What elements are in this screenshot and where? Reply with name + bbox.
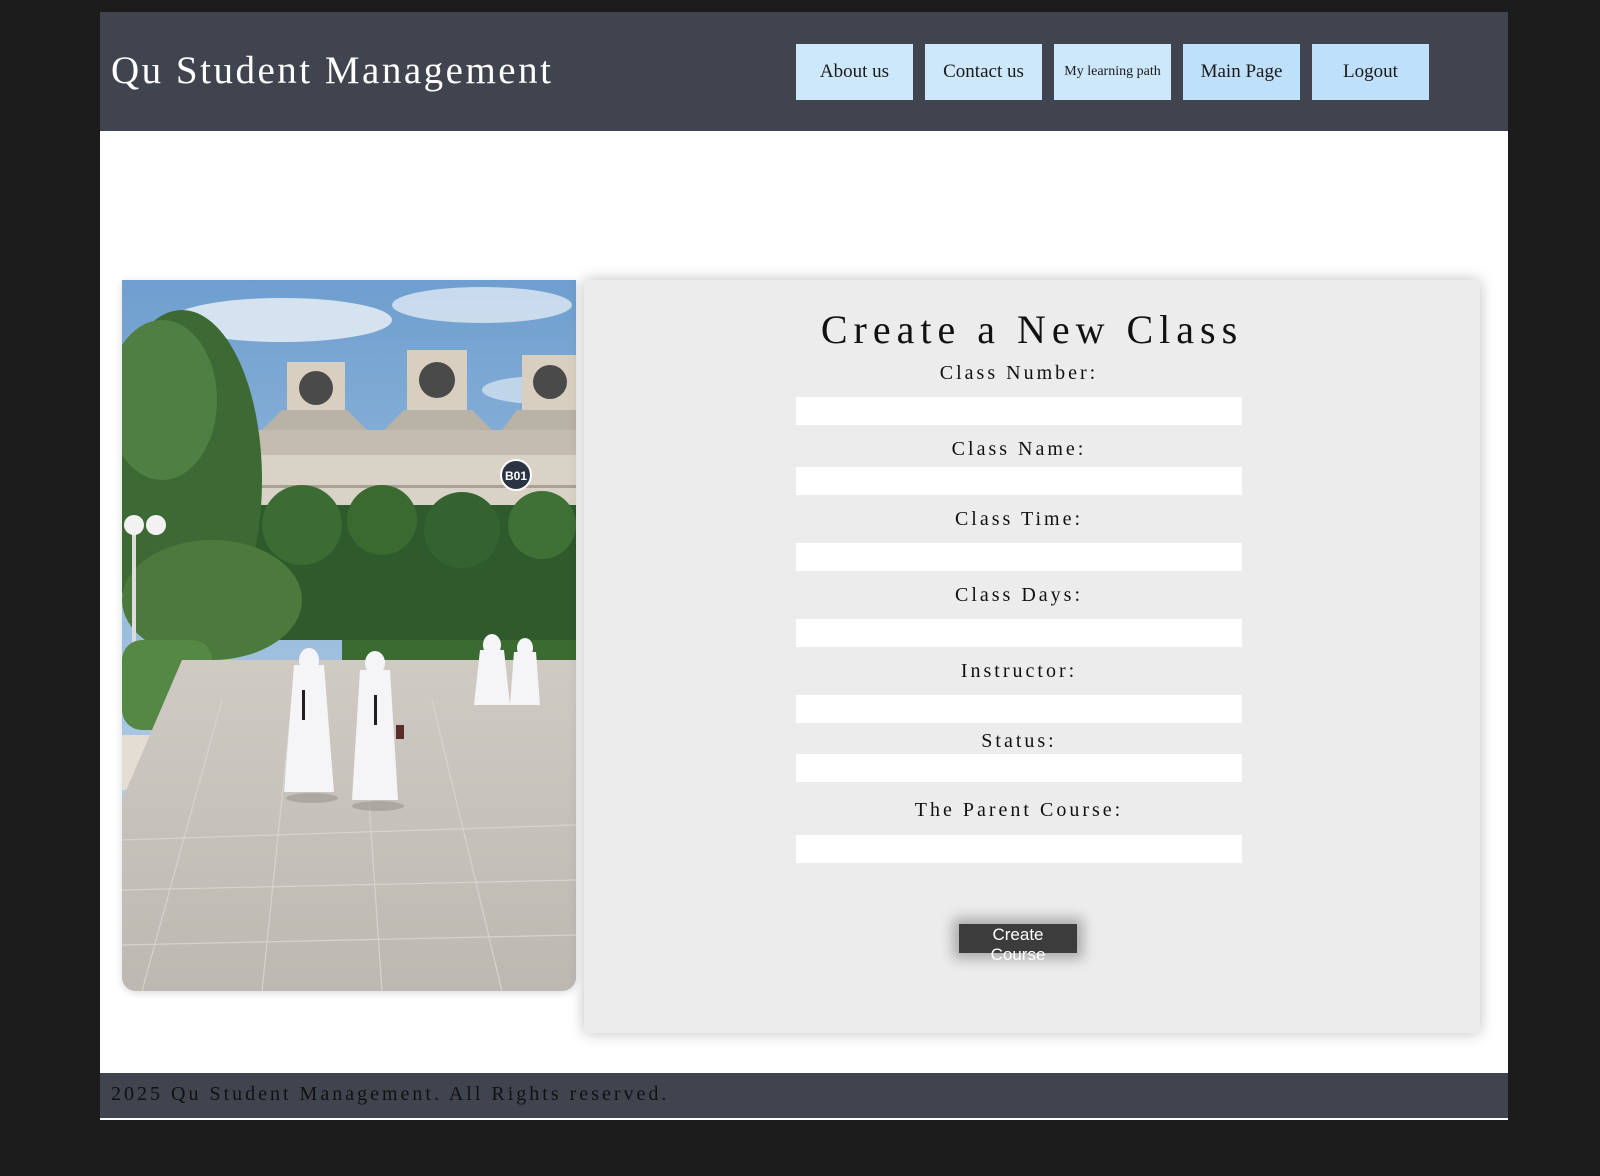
- parent-course-input[interactable]: [796, 835, 1242, 863]
- nav-contact-us-button[interactable]: Contact us: [925, 44, 1042, 100]
- instructor-input[interactable]: [796, 695, 1242, 723]
- class-name-label: Class Name:: [951, 438, 1087, 460]
- page: Qu Student Management About us Contact u…: [100, 12, 1508, 1120]
- site-footer: 2025 Qu Student Management. All Rights r…: [100, 1073, 1508, 1120]
- class-name-input[interactable]: [796, 467, 1242, 495]
- create-class-form: Create a New Class Class Number: Class N…: [584, 280, 1480, 1033]
- nav-logout-button[interactable]: Logout: [1312, 44, 1429, 100]
- nav-about-us-button[interactable]: About us: [796, 44, 913, 100]
- form-title: Create a New Class: [820, 307, 1244, 352]
- class-number-input[interactable]: [796, 397, 1242, 425]
- class-days-input[interactable]: [796, 619, 1242, 647]
- main-nav: About us Contact us My learning path Mai…: [796, 44, 1429, 100]
- class-number-label: Class Number:: [939, 362, 1099, 384]
- create-course-button[interactable]: Create Course: [959, 924, 1077, 964]
- site-header: Qu Student Management About us Contact u…: [100, 12, 1508, 131]
- building-sign: B01: [505, 469, 527, 483]
- instructor-label: Instructor:: [960, 660, 1078, 682]
- site-title: Qu Student Management: [111, 49, 554, 92]
- class-days-label: Class Days:: [955, 584, 1083, 606]
- status-input[interactable]: [796, 754, 1242, 782]
- class-time-input[interactable]: [796, 543, 1242, 571]
- status-label: Status:: [981, 730, 1057, 752]
- nav-my-learning-path-button[interactable]: My learning path: [1054, 44, 1171, 100]
- parent-course-label: The Parent Course:: [914, 799, 1124, 821]
- nav-main-page-button[interactable]: Main Page: [1183, 44, 1300, 100]
- campus-photo: B01: [122, 280, 576, 991]
- class-time-label: Class Time:: [954, 508, 1084, 530]
- footer-copyright: 2025 Qu Student Management. All Rights r…: [111, 1083, 670, 1105]
